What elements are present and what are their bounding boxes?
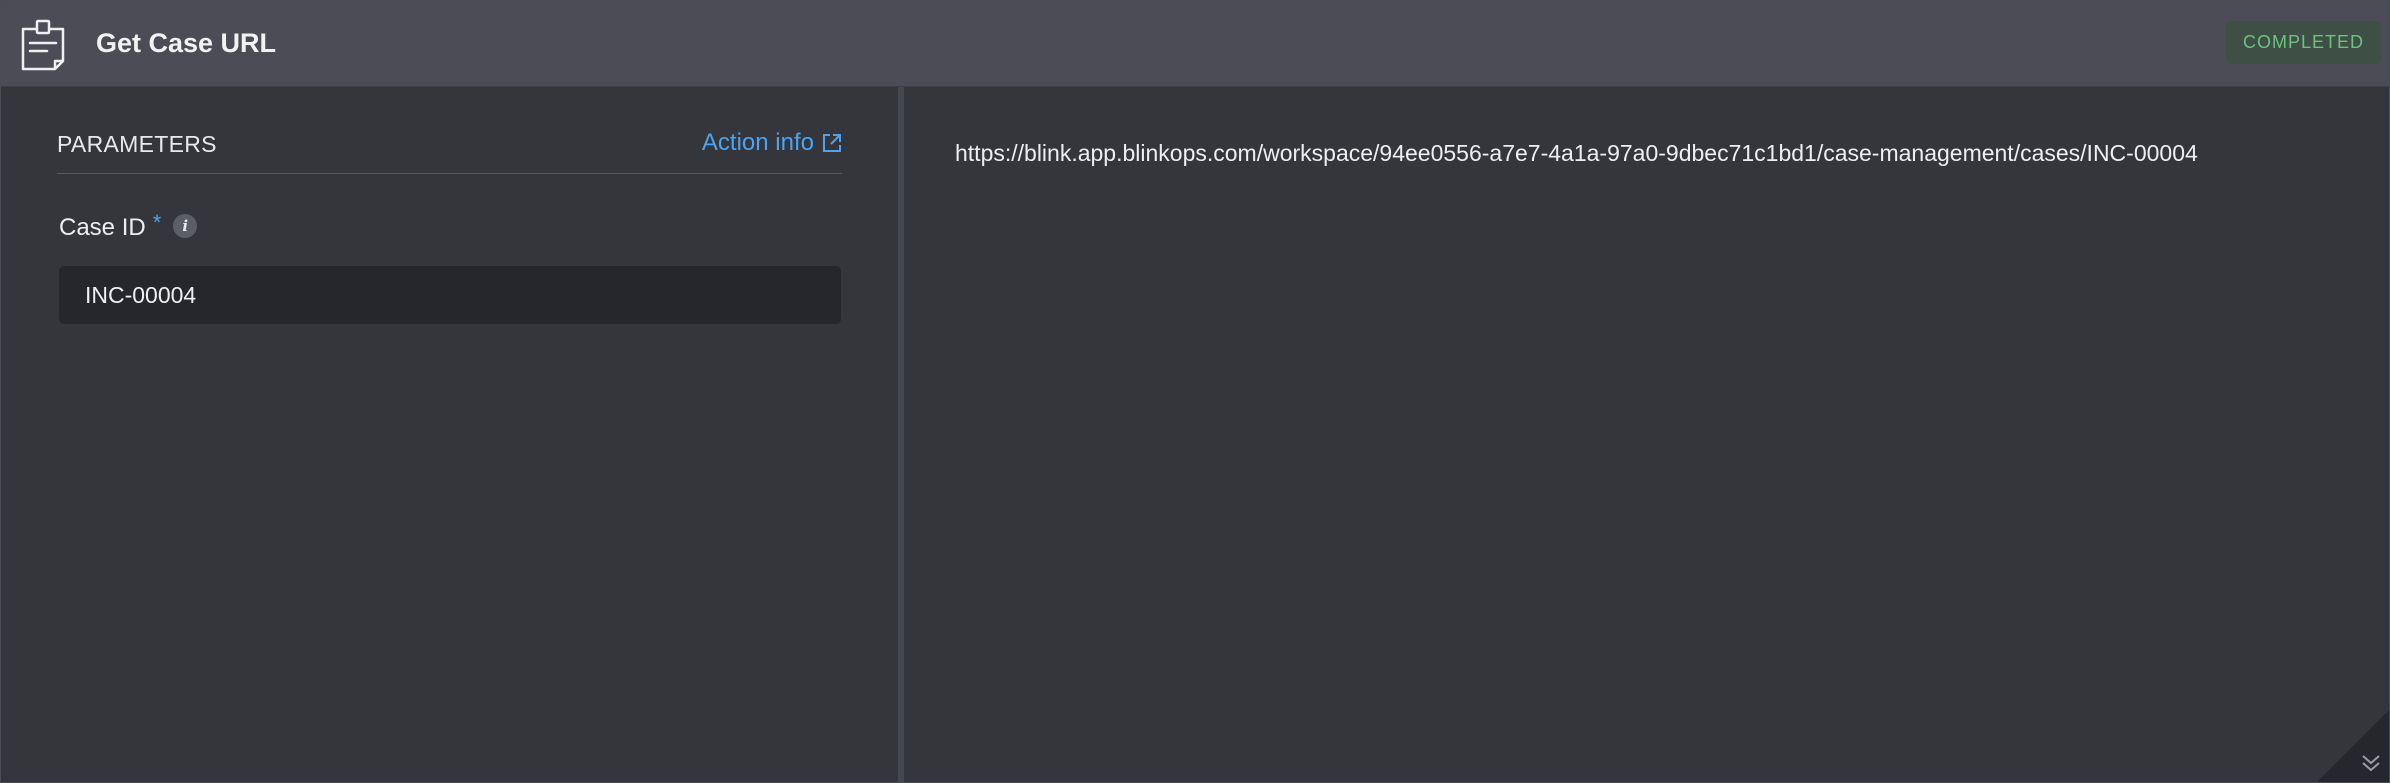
status-badge: COMPLETED <box>2225 21 2381 64</box>
parameters-heading: PARAMETERS <box>57 131 217 157</box>
action-info-label: Action info <box>701 129 814 156</box>
action-info-link[interactable]: Action info <box>702 129 842 157</box>
case-id-label: Case ID * i <box>59 210 198 242</box>
window-header: Get Case URL COMPLETED <box>1 1 2389 87</box>
action-result-window: Get Case URL COMPLETED PARAMETERS Action… <box>0 0 2390 783</box>
collapse-corner[interactable] <box>2317 710 2389 782</box>
page-title: Get Case URL <box>96 28 277 58</box>
result-output: https://blink.app.blinkops.com/workspace… <box>955 140 2198 166</box>
case-id-input[interactable] <box>59 266 841 324</box>
parameters-divider <box>57 173 842 174</box>
clipboard-note-icon <box>21 19 65 71</box>
result-panel: https://blink.app.blinkops.com/workspace… <box>904 87 2389 782</box>
case-id-label-text: Case ID <box>59 214 146 241</box>
required-marker: * <box>152 210 162 235</box>
external-link-icon <box>823 134 841 152</box>
info-icon[interactable]: i <box>173 214 198 238</box>
parameters-panel: PARAMETERS Action info Case ID * i <box>1 87 898 782</box>
